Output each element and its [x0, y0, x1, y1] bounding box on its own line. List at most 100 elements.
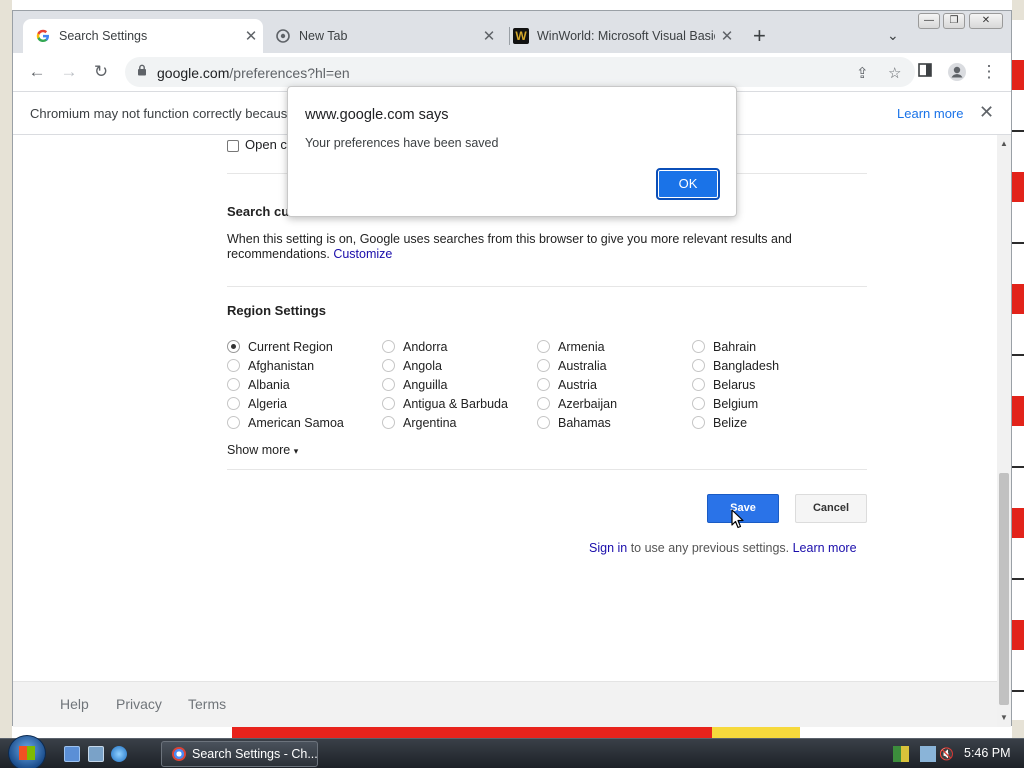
region-option[interactable]: Azerbaijan — [537, 394, 617, 413]
radio[interactable] — [692, 378, 705, 391]
radio[interactable] — [692, 397, 705, 410]
footer-terms-link[interactable]: Terms — [188, 696, 226, 712]
region-option[interactable]: Angola — [382, 356, 508, 375]
address-bar[interactable]: google.com/preferences?hl=en ⇪ ☆ — [125, 57, 915, 87]
region-label: Antigua & Barbuda — [403, 396, 508, 411]
radio[interactable] — [227, 378, 240, 391]
dialog-message: Your preferences have been saved — [305, 136, 499, 150]
show-desktop-icon[interactable] — [64, 746, 80, 762]
share-icon[interactable]: ⇪ — [856, 64, 869, 82]
bookmark-star-icon[interactable]: ☆ — [888, 64, 901, 82]
region-option[interactable]: Antigua & Barbuda — [382, 394, 508, 413]
region-label: Andorra — [403, 339, 448, 354]
region-label: Australia — [558, 358, 607, 373]
region-option[interactable]: Armenia — [537, 337, 617, 356]
show-more-label: Show more — [227, 443, 291, 457]
taskbar-task-chrome[interactable]: Search Settings - Ch... — [161, 741, 318, 767]
tab-search-settings[interactable]: Search Settings ✕ — [23, 19, 263, 53]
close-icon[interactable]: ✕ — [239, 27, 263, 45]
tray-display-icon[interactable] — [920, 746, 936, 762]
customize-link[interactable]: Customize — [333, 247, 392, 261]
radio[interactable] — [537, 359, 550, 372]
region-option[interactable]: Albania — [227, 375, 344, 394]
sign-in-link[interactable]: Sign in — [589, 541, 627, 555]
dialog-title: www.google.com says — [305, 107, 449, 123]
region-option[interactable]: Anguilla — [382, 375, 508, 394]
cancel-button[interactable]: Cancel — [795, 494, 867, 523]
show-more-link[interactable]: Show more ▾ — [227, 443, 298, 457]
region-label: Belgium — [713, 396, 759, 411]
radio-selected[interactable] — [227, 340, 240, 353]
radio[interactable] — [382, 416, 395, 429]
radio[interactable] — [537, 416, 550, 429]
tab-winworld[interactable]: W WinWorld: Microsoft Visual Basic ✕ — [501, 19, 739, 53]
taskbar-clock[interactable]: 5:46 PM — [964, 746, 1011, 760]
region-option[interactable]: Current Region — [227, 337, 344, 356]
radio[interactable] — [382, 378, 395, 391]
region-option[interactable]: Algeria — [227, 394, 344, 413]
learn-more-link[interactable]: Learn more — [793, 541, 857, 555]
page-scrollbar[interactable]: ▲ ▼ — [997, 135, 1011, 727]
footer-privacy-link[interactable]: Privacy — [116, 696, 162, 712]
scroll-down-arrow-icon[interactable]: ▼ — [1000, 713, 1008, 722]
url-host: google.com — [157, 65, 230, 81]
region-option[interactable]: Austria — [537, 375, 617, 394]
region-label: Armenia — [558, 339, 605, 354]
tab-search-chevron-icon[interactable]: ⌄ — [887, 27, 899, 44]
radio[interactable] — [692, 359, 705, 372]
region-option[interactable]: Afghanistan — [227, 356, 344, 375]
region-option[interactable]: Argentina — [382, 413, 508, 432]
region-option[interactable]: Belarus — [692, 375, 779, 394]
new-tab-plus-icon[interactable]: + — [753, 25, 766, 47]
region-option[interactable]: Australia — [537, 356, 617, 375]
back-arrow-icon[interactable]: ← — [27, 62, 47, 82]
close-icon[interactable]: ✕ — [477, 27, 501, 45]
reload-icon[interactable]: ↻ — [91, 62, 111, 82]
footer-help-link[interactable]: Help — [60, 696, 89, 712]
volume-muted-icon[interactable]: 🔇 — [939, 746, 955, 762]
radio[interactable] — [537, 340, 550, 353]
profile-avatar-icon[interactable] — [947, 62, 967, 82]
radio[interactable] — [227, 359, 240, 372]
radio[interactable] — [382, 397, 395, 410]
region-option[interactable]: Belize — [692, 413, 779, 432]
radio[interactable] — [537, 378, 550, 391]
menu-kebab-icon[interactable]: ⋮ — [979, 62, 999, 82]
region-option[interactable]: American Samoa — [227, 413, 344, 432]
open-results-option[interactable]: Open c — [227, 137, 287, 152]
radio[interactable] — [382, 359, 395, 372]
scroll-up-arrow-icon[interactable]: ▲ — [1000, 139, 1008, 148]
infobar-learn-more-link[interactable]: Learn more — [897, 106, 963, 121]
forward-arrow-icon[interactable]: → — [59, 62, 79, 82]
infobar-message: Chromium may not function correctly beca… — [30, 106, 288, 121]
side-panel-icon[interactable] — [915, 62, 935, 82]
region-label: Austria — [558, 377, 597, 392]
switch-windows-icon[interactable] — [88, 746, 104, 762]
region-option[interactable]: Bahamas — [537, 413, 617, 432]
radio[interactable] — [227, 416, 240, 429]
region-option[interactable]: Andorra — [382, 337, 508, 356]
close-icon[interactable]: ✕ — [979, 102, 994, 123]
maximize-window-button[interactable]: ❐ — [943, 13, 965, 29]
radio[interactable] — [692, 416, 705, 429]
radio[interactable] — [227, 397, 240, 410]
lock-icon — [137, 64, 147, 79]
checkbox[interactable] — [227, 139, 239, 152]
tray-network-icon[interactable] — [893, 746, 909, 762]
start-button[interactable] — [8, 735, 46, 768]
region-option[interactable]: Bangladesh — [692, 356, 779, 375]
close-window-button[interactable]: ✕ — [969, 13, 1003, 29]
radio[interactable] — [537, 397, 550, 410]
close-icon[interactable]: ✕ — [715, 27, 739, 45]
dialog-ok-button[interactable]: OK — [656, 168, 720, 200]
search-customization-title: Search cu — [227, 204, 290, 219]
region-option[interactable]: Bahrain — [692, 337, 779, 356]
region-option[interactable]: Belgium — [692, 394, 779, 413]
tab-new-tab[interactable]: New Tab ✕ — [263, 19, 501, 53]
scroll-thumb[interactable] — [999, 473, 1009, 705]
internet-explorer-icon[interactable] — [111, 746, 127, 762]
radio[interactable] — [382, 340, 395, 353]
radio[interactable] — [692, 340, 705, 353]
caret-down-icon: ▾ — [293, 446, 299, 456]
minimize-window-button[interactable]: — — [918, 13, 940, 29]
